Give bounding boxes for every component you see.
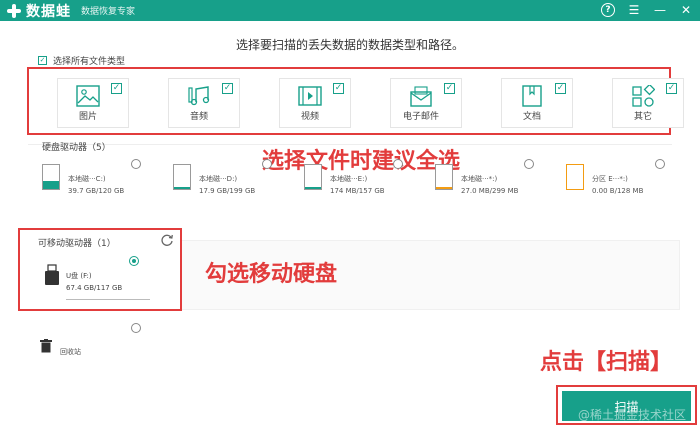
drive-size: 39.7 GB/120 GB <box>68 187 125 195</box>
file-type-label: 其它 <box>633 112 652 122</box>
drive-icon <box>304 164 322 190</box>
email-icon <box>410 86 432 107</box>
music-icon <box>188 86 210 106</box>
drive-radio-5[interactable] <box>655 159 665 169</box>
drive-name: 分区 E···*:) <box>592 175 628 183</box>
file-type-label: 图片 <box>78 112 97 122</box>
minimize-button[interactable]: — <box>652 2 668 18</box>
select-all-checkbox[interactable]: ✓ <box>38 56 47 65</box>
drive-radio-d[interactable] <box>262 159 272 169</box>
scan-button[interactable]: 扫描 <box>562 391 691 421</box>
recycle-bin-label: 回收站 <box>60 348 81 356</box>
document-icon <box>522 85 542 107</box>
image-icon <box>76 85 100 107</box>
hard-drive-label: 硬盘驱动器（5） <box>42 143 111 153</box>
help-icon: ? <box>601 3 615 17</box>
file-type-checkbox[interactable]: ✓ <box>666 83 677 94</box>
file-type-card-video[interactable]: ✓ 视频 <box>279 78 351 128</box>
app-subtitle: 数据恢复专家 <box>81 7 136 17</box>
drive-name: 本地磁···C:) <box>68 175 106 183</box>
app-logo: 数据蛙 <box>6 1 71 21</box>
file-type-checkbox[interactable]: ✓ <box>111 83 122 94</box>
drive-icon <box>435 164 453 190</box>
instruction-text: 选择要扫描的丢失数据的数据类型和路径。 <box>235 38 464 52</box>
menu-icon: ☰ <box>628 3 640 17</box>
drive-size: 17.9 GB/199 GB <box>199 187 256 195</box>
window-controls: ? ☰ — ✕ <box>600 2 694 18</box>
select-all-label: 选择所有文件类型 <box>53 57 126 67</box>
drive-name: 本地磁···D:) <box>199 175 238 183</box>
file-type-card-other[interactable]: ✓ 其它 <box>612 78 684 128</box>
select-all-types[interactable]: ✓ 选择所有文件类型 <box>38 54 125 67</box>
drive-size: 0.00 B/128 MB <box>592 187 644 195</box>
file-types-highlight: ✓ 图片 ✓ 音频 ✓ 视频 ✓ 电子邮件 ✓ 文档 ✓ 其它 <box>27 67 684 135</box>
file-type-checkbox[interactable]: ✓ <box>333 83 344 94</box>
recycle-bin-radio[interactable] <box>131 323 141 333</box>
drive-radio-4[interactable] <box>524 159 534 169</box>
close-button[interactable]: ✕ <box>678 2 694 18</box>
file-type-card-image[interactable]: ✓ 图片 <box>57 78 129 128</box>
refresh-icon[interactable] <box>160 233 174 247</box>
drive-size: 27.0 MB/299 MB <box>461 187 519 195</box>
file-type-card-email[interactable]: ✓ 电子邮件 <box>390 78 462 128</box>
video-icon <box>298 86 322 106</box>
drive-radio-c[interactable] <box>131 159 141 169</box>
removable-drive-label: 可移动驱动器（1） <box>38 239 116 249</box>
trash-icon <box>40 339 52 353</box>
usb-drive-icon <box>45 264 59 285</box>
drive-icon <box>566 164 584 190</box>
file-type-checkbox[interactable]: ✓ <box>222 83 233 94</box>
callout-click-scan: 点击【扫描】 <box>540 350 673 375</box>
removable-drive-name: U盘 (F:) <box>66 272 92 280</box>
drive-name: 本地磁···E:) <box>330 175 368 183</box>
close-icon: ✕ <box>680 3 692 17</box>
other-icon <box>632 85 655 107</box>
callout-check-removable: 勾选移动硬盘 <box>205 262 338 287</box>
app-name: 数据蛙 <box>26 3 71 20</box>
removable-drive-size: 67.4 GB/117 GB <box>66 284 123 292</box>
file-type-checkbox[interactable]: ✓ <box>555 83 566 94</box>
removable-drive-usage-bar <box>66 299 150 300</box>
minimize-icon: — <box>654 3 666 17</box>
file-type-label: 文档 <box>522 112 541 122</box>
logo-cross-icon <box>6 3 22 19</box>
drive-size: 174 MB/157 GB <box>330 187 385 195</box>
drive-radio-e[interactable] <box>393 159 403 169</box>
drive-name: 本地磁···*:) <box>461 175 498 183</box>
title-bar: 数据蛙 数据恢复专家 ? ☰ — ✕ <box>0 0 700 21</box>
removable-drive-radio[interactable] <box>129 256 139 266</box>
file-type-label: 音频 <box>189 112 208 122</box>
file-type-label: 视频 <box>300 112 319 122</box>
file-type-card-document[interactable]: ✓ 文档 <box>501 78 573 128</box>
drive-icon <box>42 164 60 190</box>
menu-button[interactable]: ☰ <box>626 2 642 18</box>
file-type-card-audio[interactable]: ✓ 音频 <box>168 78 240 128</box>
help-button[interactable]: ? <box>600 2 616 18</box>
file-type-checkbox[interactable]: ✓ <box>444 83 455 94</box>
file-type-label: 电子邮件 <box>402 112 439 122</box>
drive-icon <box>173 164 191 190</box>
